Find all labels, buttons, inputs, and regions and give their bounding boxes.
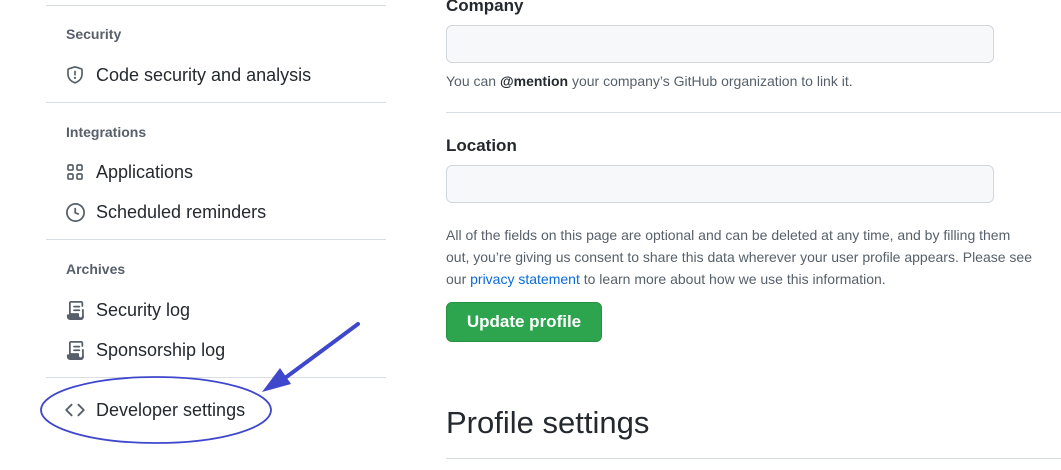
sidebar-item-developer-settings[interactable]: Developer settings (46, 392, 386, 428)
sidebar-item-code-security[interactable]: Code security and analysis (46, 57, 386, 93)
sidebar-divider (46, 377, 386, 378)
clock-icon (65, 202, 85, 222)
sidebar-item-label: Developer settings (96, 399, 246, 420)
form-divider (446, 112, 1061, 113)
company-note-suffix: your company’s GitHub organization to li… (568, 73, 853, 89)
profile-form: Company You can @mention your company’s … (446, 0, 1061, 470)
sidebar-item-applications[interactable]: Applications (46, 154, 386, 190)
sidebar-divider (46, 102, 386, 103)
heading-divider (446, 458, 1061, 459)
sidebar-item-label: Scheduled reminders (96, 201, 267, 222)
sidebar-item-security-log[interactable]: Security log (46, 292, 386, 328)
consent-prefix: our (446, 271, 471, 287)
consent-line: All of the fields on this page are optio… (446, 227, 1011, 243)
privacy-statement-link[interactable]: privacy statement (470, 271, 580, 287)
consent-line: our privacy statement to learn more abou… (446, 268, 1061, 290)
section-heading-archives: Archives (66, 261, 126, 277)
location-input[interactable] (446, 165, 994, 203)
sidebar-item-sponsorship-log[interactable]: Sponsorship log (46, 332, 386, 368)
section-heading-security: Security (66, 26, 122, 42)
sidebar-item-label: Security log (96, 299, 191, 320)
company-label: Company (446, 0, 524, 15)
log-icon (65, 340, 85, 360)
company-input[interactable] (446, 25, 994, 63)
consent-line: out, you’re giving us consent to share t… (446, 249, 1032, 265)
sidebar-item-label: Applications (96, 161, 194, 182)
settings-sidebar: Security Code security and analysis Inte… (46, 0, 386, 470)
sidebar-divider (46, 5, 386, 6)
location-label: Location (446, 136, 517, 155)
sidebar-item-scheduled-reminders[interactable]: Scheduled reminders (46, 194, 386, 230)
sidebar-item-label: Sponsorship log (96, 339, 226, 360)
settings-page: Security Code security and analysis Inte… (0, 0, 1061, 470)
consent-suffix: to learn more about how we use this info… (579, 271, 886, 287)
code-icon (65, 400, 85, 420)
company-note: You can @mention your company’s GitHub o… (446, 73, 853, 89)
consent-text: All of the fields on this page are optio… (446, 224, 1061, 290)
company-note-mention: @mention (499, 73, 569, 89)
apps-grid-icon (65, 162, 85, 182)
company-note-prefix: You can (446, 73, 500, 89)
log-icon (65, 300, 85, 320)
sidebar-divider (46, 239, 386, 240)
sidebar-item-label: Code security and analysis (96, 64, 312, 85)
profile-settings-heading: Profile settings (446, 405, 650, 440)
section-heading-integrations: Integrations (66, 124, 147, 140)
update-profile-button[interactable]: Update profile (446, 302, 602, 342)
shield-icon (65, 65, 85, 85)
